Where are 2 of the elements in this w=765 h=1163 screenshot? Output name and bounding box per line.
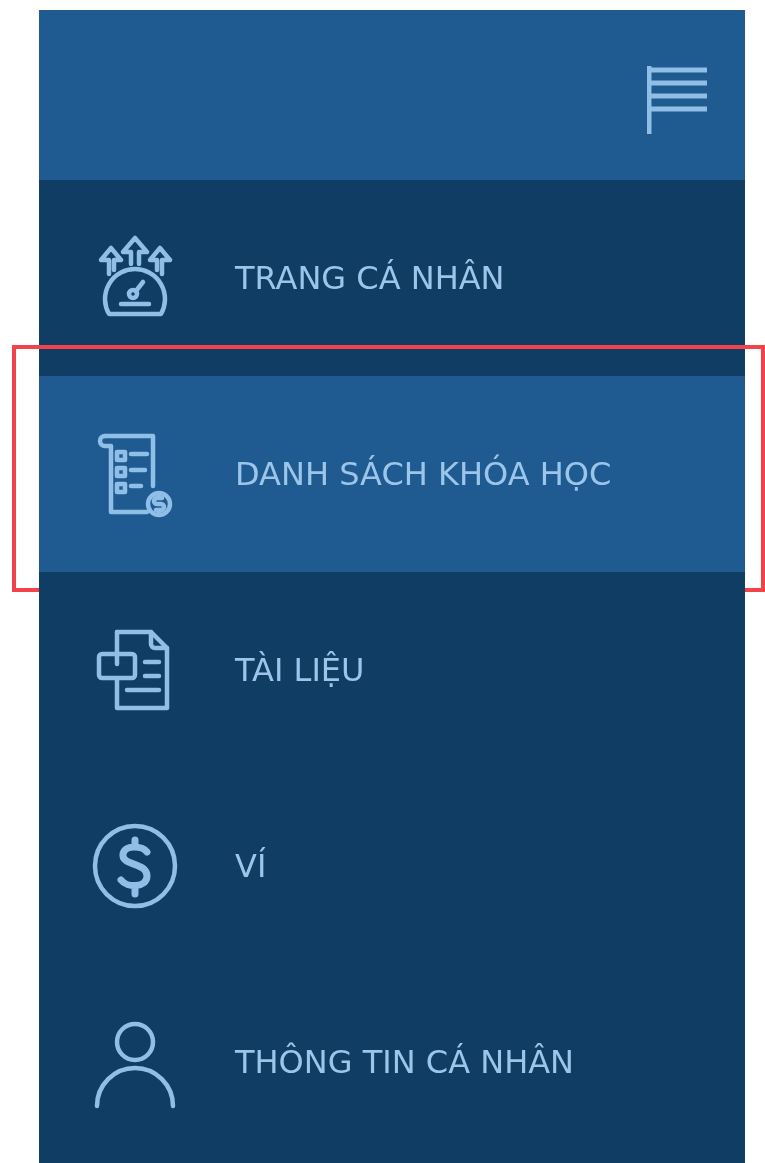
menu-item[interactable]: DANH SÁCH KHÓA HỌC [39,376,745,572]
menu-icon[interactable] [647,66,709,134]
